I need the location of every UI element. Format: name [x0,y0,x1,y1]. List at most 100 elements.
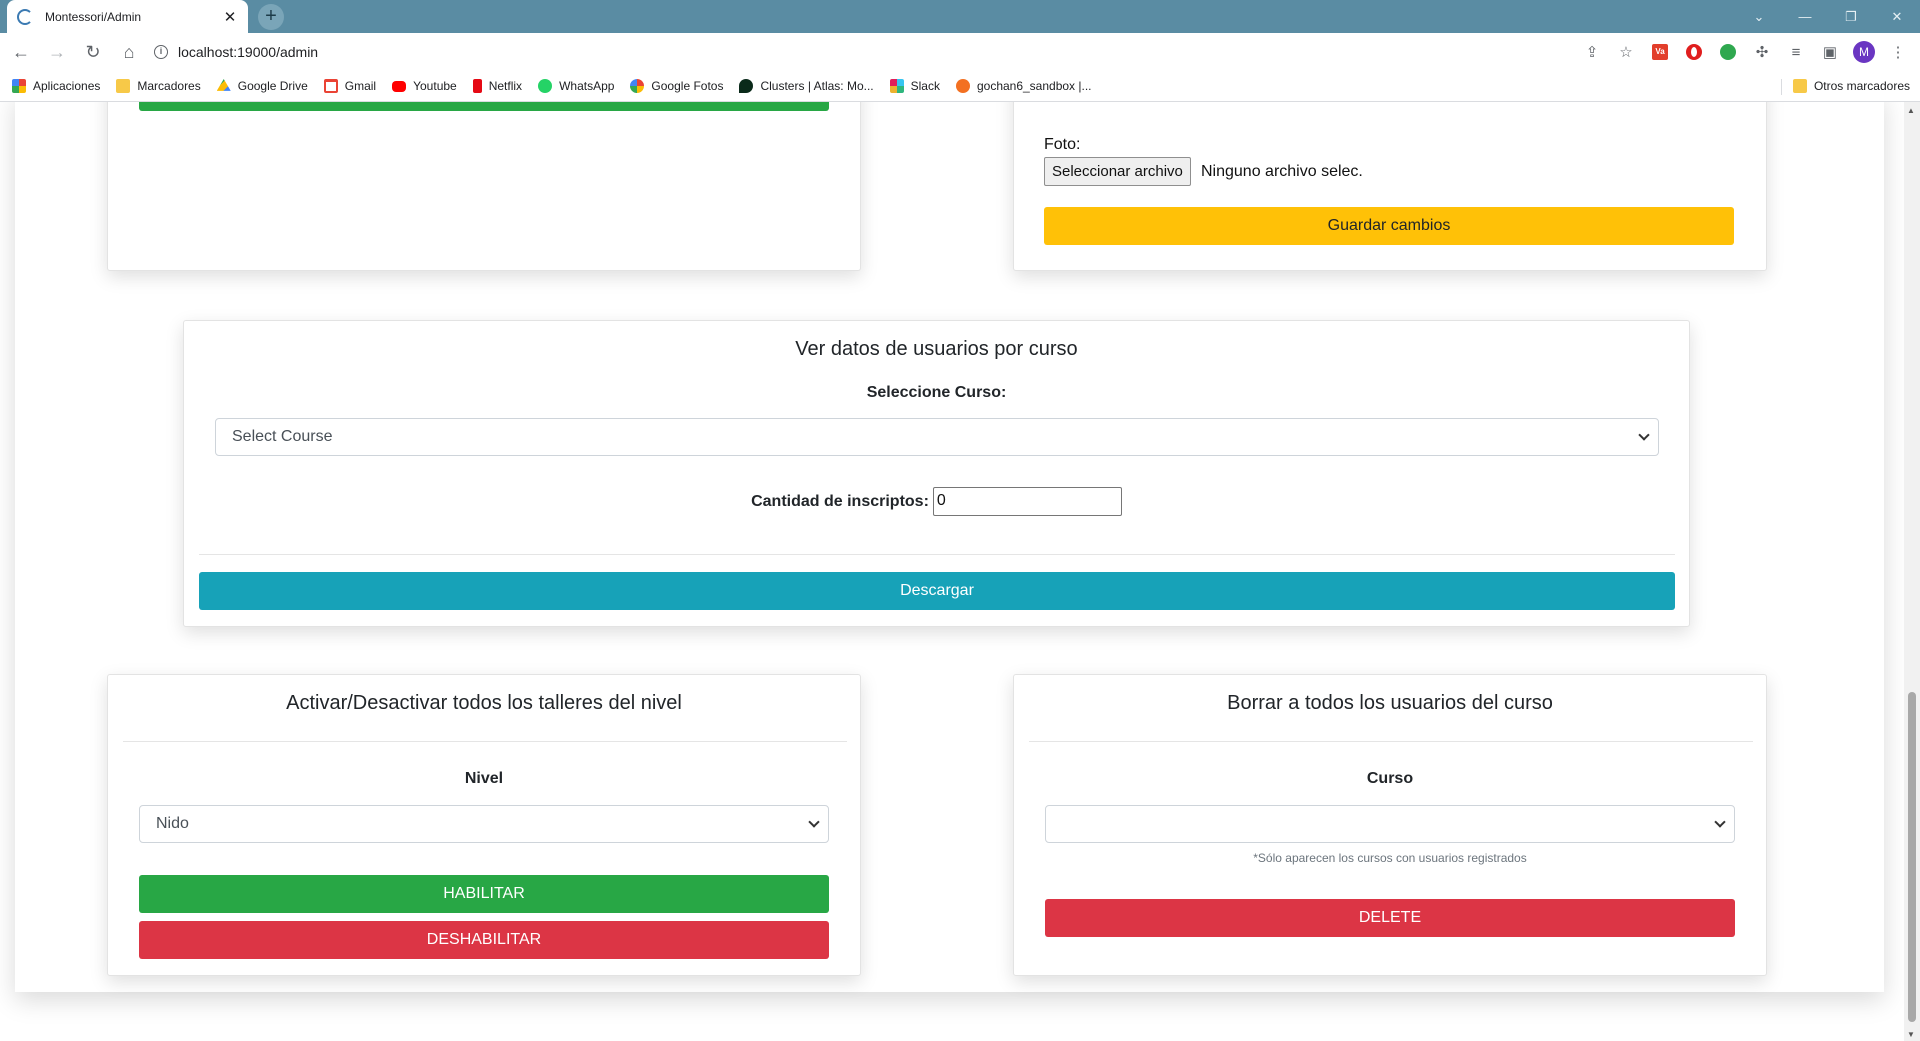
bookmark-slack[interactable]: Slack [889,79,940,93]
bookmark-label: Gmail [344,79,377,93]
puzzle-extensions-icon[interactable]: ✣ [1748,38,1776,66]
whatsapp-icon [538,79,553,93]
chevron-down-icon [1714,816,1726,828]
extension-va-icon: Va [1652,44,1668,60]
scroll-up-arrow-icon[interactable]: ▲ [1907,106,1915,115]
tab-strip: Montessori/Admin ✕ + ⌄ — ❐ ✕ [0,0,1920,33]
enrolled-count-input[interactable]: 0 [932,487,1122,516]
top-left-card [107,102,861,271]
bookmark-label: gochan6_sandbox |... [976,79,1092,93]
extension-va-button[interactable]: Va [1646,38,1674,66]
download-button[interactable]: Descargar [199,572,1675,610]
level-label: Nivel [464,770,504,787]
delete-button[interactable]: DELETE [1045,899,1735,937]
bookmark-google-drive[interactable]: Google Drive [216,79,308,93]
url-text[interactable]: localhost:19000/admin [178,44,318,60]
bookmark-star-icon[interactable]: ☆ [1612,38,1640,66]
disable-button[interactable]: DESHABILITAR [139,921,829,959]
enable-button[interactable]: HABILITAR [139,875,829,913]
divider [123,741,847,742]
bookmark-gochan6-sandbox[interactable]: gochan6_sandbox |... [955,79,1092,93]
extension-green-button[interactable] [1714,38,1742,66]
level-select[interactable]: Nido [139,805,829,843]
top-left-green-button[interactable] [139,102,829,111]
bookmarks-bar: Aplicaciones Marcadores Google Drive Gma… [0,71,1920,102]
profile-button[interactable]: M [1850,38,1878,66]
bookmark-label: Netflix [488,79,523,93]
photo-card: Foto: Seleccionar archivo Ninguno archiv… [1013,102,1767,271]
reload-icon[interactable]: ↻ [78,37,108,67]
home-icon[interactable]: ⌂ [114,37,144,67]
users-by-course-title: Ver datos de usuarios por curso [795,338,1078,360]
divider [199,554,1675,555]
users-by-course-card: Ver datos de usuarios por curso Seleccio… [183,320,1690,627]
tab-search-chevron-icon[interactable]: ⌄ [1736,0,1782,33]
restore-icon[interactable]: ❐ [1828,0,1874,33]
select-file-button[interactable]: Seleccionar archivo [1044,157,1191,186]
site-info-icon[interactable]: i [154,45,168,59]
save-changes-button[interactable]: Guardar cambios [1044,207,1734,245]
back-arrow-icon[interactable]: ← [6,37,36,67]
select-course-label: Seleccione Curso: [866,384,1007,401]
slack-icon [889,79,904,93]
bookmark-aplicaciones[interactable]: Aplicaciones [12,79,100,93]
bookmarks-divider [1781,79,1782,95]
avatar: M [1853,41,1875,63]
bookmark-label: Google Drive [237,79,308,93]
course-label: Curso [1366,770,1414,787]
course-select[interactable]: Select Course [215,418,1659,456]
page-scrollbar[interactable]: ▲ ▼ [1904,102,1920,1041]
course-select-value: Select Course [232,428,333,445]
workshops-title: Activar/Desactivar todos los talleres de… [286,692,682,714]
delete-course-select[interactable] [1045,805,1735,843]
browser-tab-active[interactable]: Montessori/Admin ✕ [7,0,248,33]
new-tab-button[interactable]: + [258,4,284,30]
bookmark-netflix[interactable]: Netflix [472,79,523,93]
bookmark-gmail[interactable]: Gmail [323,79,377,93]
side-panel-icon[interactable]: ▣ [1816,38,1844,66]
folder-icon [1792,79,1807,93]
montessori-favicon-icon [17,8,33,25]
chevron-down-icon [808,816,820,828]
close-tab-icon[interactable]: ✕ [222,8,238,26]
level-select-value: Nido [156,815,189,832]
mongodb-atlas-icon [739,79,754,93]
delete-users-card: Borrar a todos los usuarios del curso Cu… [1013,674,1767,976]
bookmark-label: Google Fotos [651,79,724,93]
scrollbar-thumb[interactable] [1908,692,1916,1022]
page-viewport: Foto: Seleccionar archivo Ninguno archiv… [0,102,1904,1041]
share-icon[interactable]: ⇪ [1578,38,1606,66]
forward-arrow-icon[interactable]: → [42,37,72,67]
google-photos-icon [630,79,645,93]
scroll-down-arrow-icon[interactable]: ▼ [1907,1030,1915,1039]
bookmark-clusters-atlas[interactable]: Clusters | Atlas: Mo... [739,79,874,93]
enrolled-count-label: Cantidad de inscriptos: [751,492,929,510]
chevron-down-icon [1638,429,1650,441]
toolbar-icons: ⇪ ☆ Va ✣ ≡ ▣ M ⋮ [1578,33,1912,71]
bookmark-marcadores[interactable]: Marcadores [116,79,201,93]
bookmark-whatsapp[interactable]: WhatsApp [538,79,614,93]
divider [1029,741,1753,742]
folder-icon [116,79,131,93]
bookmark-google-fotos[interactable]: Google Fotos [630,79,723,93]
enrolled-count-row: Cantidad de inscriptos: 0 [184,487,1689,516]
delete-users-title: Borrar a todos los usuarios del curso [1227,692,1553,714]
minimize-icon[interactable]: — [1782,0,1828,33]
extension-opera-button[interactable] [1680,38,1708,66]
bookmark-youtube[interactable]: Youtube [392,79,457,93]
close-window-icon[interactable]: ✕ [1874,0,1920,33]
cp-icon [955,79,970,93]
bookmark-label: Youtube [413,79,457,93]
window-controls: ⌄ — ❐ ✕ [1736,0,1920,33]
tab-title: Montessori/Admin [45,9,142,24]
file-status-text: Ninguno archivo selec. [1201,163,1363,180]
youtube-icon [392,80,407,92]
kebab-menu-icon[interactable]: ⋮ [1884,38,1912,66]
reading-list-icon[interactable]: ≡ [1782,38,1810,66]
browser-toolbar: ← → ↻ ⌂ i localhost:19000/admin ⇪ ☆ Va ✣… [0,33,1920,71]
workshops-card: Activar/Desactivar todos los talleres de… [107,674,861,976]
foto-label: Foto: [1044,136,1081,153]
bookmark-otros-marcadores[interactable]: Otros marcadores [1792,79,1910,93]
registered-courses-note: *Sólo aparecen los cursos con usuarios r… [1253,851,1527,865]
address-bar[interactable]: i localhost:19000/admin [154,37,1594,67]
